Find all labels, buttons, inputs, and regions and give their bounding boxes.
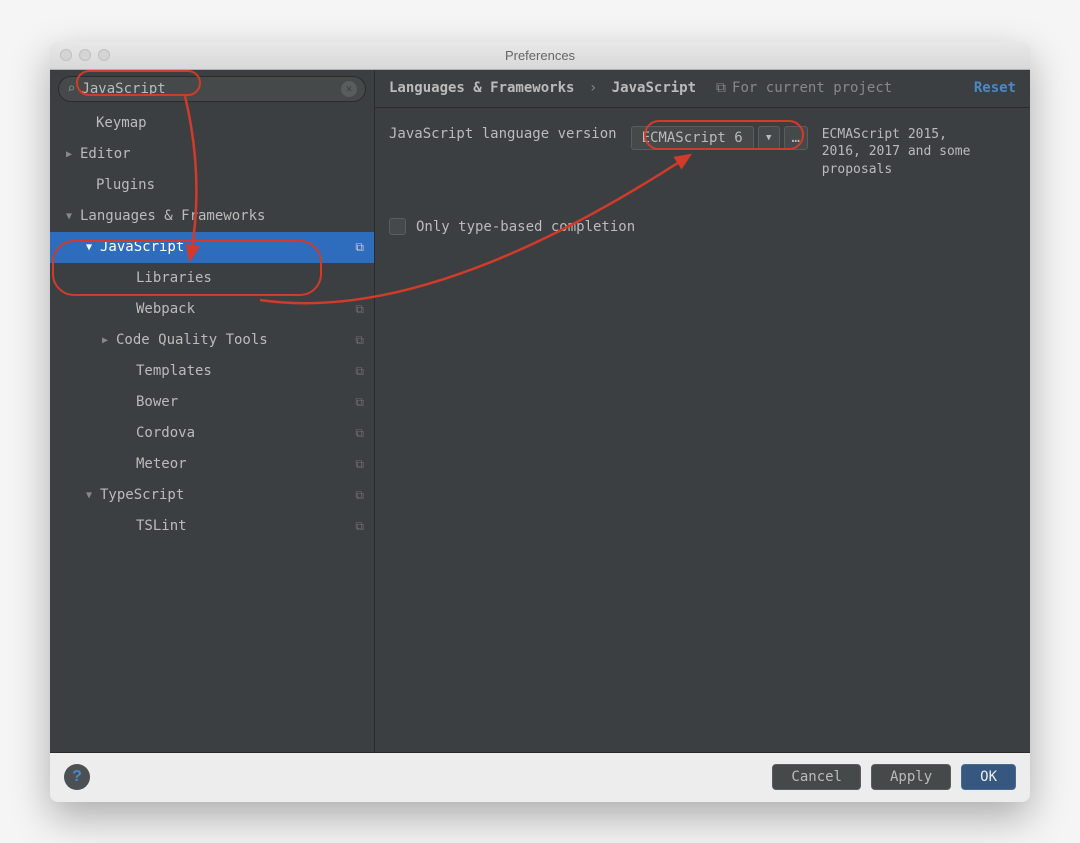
breadcrumb: Languages & Frameworks › JavaScript bbox=[389, 80, 696, 96]
tree-item-meteor[interactable]: Meteor⧉ bbox=[50, 449, 374, 480]
tree-item-label: Keymap bbox=[96, 115, 364, 131]
tree-item-label: JavaScript bbox=[100, 239, 355, 255]
language-version-dropdown[interactable]: ECMAScript 6 ▼ … bbox=[631, 126, 808, 150]
tree-item-libraries[interactable]: Libraries bbox=[50, 263, 374, 294]
search-wrap: ⌕ ✕ bbox=[50, 70, 374, 108]
sidebar: ⌕ ✕ Keymap ▶ Editor Plugins ▼ Languages & Fra… bbox=[50, 70, 375, 752]
tree-item-cordova[interactable]: Cordova⧉ bbox=[50, 418, 374, 449]
tree-item-code-quality-tools[interactable]: ▶ Code Quality Tools⧉ bbox=[50, 325, 374, 356]
tree-item-label: Meteor bbox=[136, 456, 355, 472]
preferences-window: Preferences ⌕ ✕ Keymap ▶ Editor Plugins ▼ Lan… bbox=[50, 42, 1030, 802]
tree-item-label: Bower bbox=[136, 394, 355, 410]
copy-icon: ⧉ bbox=[355, 457, 364, 472]
main-header: Languages & Frameworks › JavaScript ⧉ Fo… bbox=[375, 70, 1030, 108]
search-icon: ⌕ bbox=[67, 81, 75, 97]
tree-item-label: TSLint bbox=[136, 518, 355, 534]
copy-icon: ⧉ bbox=[355, 333, 364, 348]
breadcrumb-parent: Languages & Frameworks bbox=[389, 80, 574, 96]
tree-arrow-icon[interactable]: ▶ bbox=[98, 335, 112, 346]
traffic-lights bbox=[60, 49, 110, 61]
tree-item-label: Libraries bbox=[136, 270, 364, 286]
tree-arrow-icon[interactable]: ▼ bbox=[82, 242, 96, 253]
dropdown-more-button[interactable]: … bbox=[784, 126, 808, 150]
close-window-button[interactable] bbox=[60, 49, 72, 61]
tree-item-label: Code Quality Tools bbox=[116, 332, 355, 348]
tree-item-label: Plugins bbox=[96, 177, 364, 193]
tree-item-languages-frameworks[interactable]: ▼ Languages & Frameworks bbox=[50, 201, 374, 232]
content: ⌕ ✕ Keymap ▶ Editor Plugins ▼ Languages & Fra… bbox=[50, 70, 1030, 752]
project-scope: ⧉ For current project bbox=[716, 80, 892, 96]
breadcrumb-separator: › bbox=[589, 80, 597, 96]
tree-item-templates[interactable]: Templates⧉ bbox=[50, 356, 374, 387]
copy-icon: ⧉ bbox=[355, 488, 364, 503]
copy-icon: ⧉ bbox=[355, 426, 364, 441]
language-version-row: JavaScript language version ECMAScript 6… bbox=[389, 126, 1016, 179]
tree-item-label: Templates bbox=[136, 363, 355, 379]
cancel-button[interactable]: Cancel bbox=[772, 764, 861, 790]
tree-item-label: Webpack bbox=[136, 301, 355, 317]
reset-link[interactable]: Reset bbox=[974, 80, 1016, 96]
type-based-completion-checkbox[interactable] bbox=[389, 218, 406, 235]
minimize-window-button[interactable] bbox=[79, 49, 91, 61]
tree-item-label: Cordova bbox=[136, 425, 355, 441]
zoom-window-button[interactable] bbox=[98, 49, 110, 61]
search-box[interactable]: ⌕ ✕ bbox=[58, 76, 366, 102]
tree-item-typescript[interactable]: ▼ TypeScript⧉ bbox=[50, 480, 374, 511]
tree-item-javascript[interactable]: ▼ JavaScript⧉ bbox=[50, 232, 374, 263]
tree-item-keymap[interactable]: Keymap bbox=[50, 108, 374, 139]
main-panel: Languages & Frameworks › JavaScript ⧉ Fo… bbox=[375, 70, 1030, 752]
main-body: JavaScript language version ECMAScript 6… bbox=[375, 108, 1030, 254]
project-scope-label: For current project bbox=[732, 80, 892, 96]
tree-item-webpack[interactable]: Webpack⧉ bbox=[50, 294, 374, 325]
tree-arrow-icon[interactable]: ▼ bbox=[62, 211, 76, 222]
apply-button[interactable]: Apply bbox=[871, 764, 951, 790]
tree-item-label: Languages & Frameworks bbox=[80, 208, 364, 224]
copy-icon: ⧉ bbox=[716, 80, 726, 96]
clear-search-icon[interactable]: ✕ bbox=[341, 81, 357, 97]
copy-icon: ⧉ bbox=[355, 364, 364, 379]
tree-arrow-icon[interactable]: ▶ bbox=[62, 149, 76, 160]
footer: ? Cancel Apply OK bbox=[50, 752, 1030, 802]
copy-icon: ⧉ bbox=[355, 302, 364, 317]
tree-item-tslint[interactable]: TSLint⧉ bbox=[50, 511, 374, 542]
language-version-value[interactable]: ECMAScript 6 bbox=[631, 126, 754, 150]
ok-button[interactable]: OK bbox=[961, 764, 1016, 790]
copy-icon: ⧉ bbox=[355, 519, 364, 534]
window-title: Preferences bbox=[505, 48, 575, 63]
completion-checkbox-row: Only type-based completion bbox=[389, 218, 1016, 235]
tree-arrow-icon[interactable]: ▼ bbox=[82, 490, 96, 501]
settings-tree[interactable]: Keymap ▶ Editor Plugins ▼ Languages & Framewo… bbox=[50, 108, 374, 752]
help-button[interactable]: ? bbox=[64, 764, 90, 790]
tree-item-bower[interactable]: Bower⧉ bbox=[50, 387, 374, 418]
titlebar: Preferences bbox=[50, 42, 1030, 70]
search-input[interactable] bbox=[81, 81, 341, 97]
language-version-description: ECMAScript 2015, 2016, 2017 and some pro… bbox=[822, 126, 972, 179]
tree-item-editor[interactable]: ▶ Editor bbox=[50, 139, 374, 170]
copy-icon: ⧉ bbox=[355, 395, 364, 410]
breadcrumb-current: JavaScript bbox=[612, 80, 696, 96]
copy-icon: ⧉ bbox=[355, 240, 364, 255]
tree-item-plugins[interactable]: Plugins bbox=[50, 170, 374, 201]
dropdown-arrow-icon[interactable]: ▼ bbox=[758, 126, 780, 150]
tree-item-label: TypeScript bbox=[100, 487, 355, 503]
tree-item-label: Editor bbox=[80, 146, 364, 162]
type-based-completion-label: Only type-based completion bbox=[416, 219, 635, 235]
language-version-label: JavaScript language version bbox=[389, 126, 617, 142]
